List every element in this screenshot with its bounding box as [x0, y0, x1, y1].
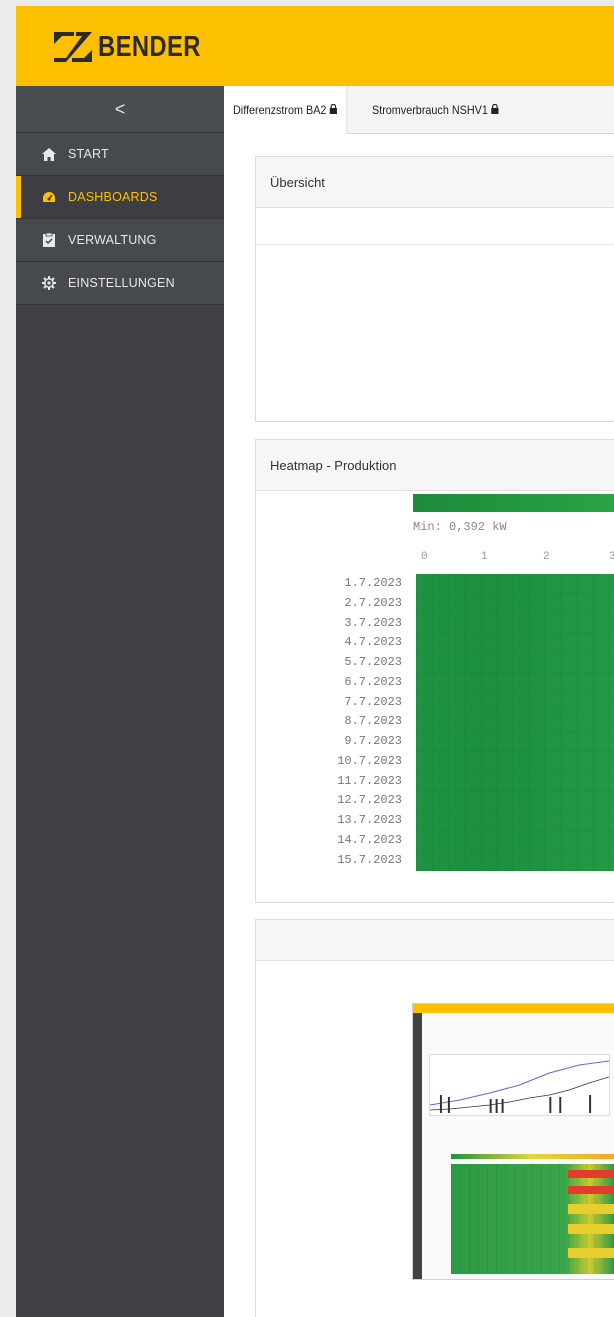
heatmap-grid[interactable] — [416, 574, 614, 871]
home-icon — [40, 145, 58, 163]
preview-panel — [255, 919, 614, 1317]
hour-label: 1 — [481, 551, 488, 563]
sidebar-item-dashboards[interactable]: DASHBOARDS — [16, 176, 224, 219]
sidebar-collapse-button[interactable]: < — [16, 86, 224, 133]
overview-toolbar — [256, 208, 614, 245]
lock-icon — [329, 103, 337, 117]
tab-label: Differenzstrom BA2 — [233, 103, 327, 117]
sidebar-item-label: VERWALTUNG — [68, 233, 157, 247]
heatmap-date-label: 11.7.2023 — [337, 773, 402, 788]
panel-title — [256, 920, 614, 961]
heatmap-date-label: 8.7.2023 — [344, 714, 402, 729]
sidebar-item-label: START — [68, 147, 109, 161]
heatmap-date-label: 7.7.2023 — [344, 694, 402, 709]
hour-label: 3 — [609, 551, 614, 563]
brand-name: BENDER — [98, 31, 201, 63]
sidebar-item-label: EINSTELLUNGEN — [68, 276, 175, 290]
clipboard-icon — [40, 231, 58, 249]
gear-icon — [40, 274, 58, 292]
heatmap-date-label: 6.7.2023 — [344, 674, 402, 689]
heatmap-date-label: 4.7.2023 — [344, 635, 402, 650]
screenshot-sidebar — [413, 1013, 422, 1279]
heatmap-date-label: 14.7.2023 — [337, 832, 402, 847]
heatmap-color-scale — [413, 494, 614, 512]
bender-logo-icon — [54, 32, 92, 62]
screenshot-heatmap — [451, 1164, 614, 1274]
heatmap-date-label: 5.7.2023 — [344, 655, 402, 669]
heatmap-date-label: 3.7.2023 — [344, 615, 402, 630]
heatmap-date-label: 10.7.2023 — [337, 753, 402, 768]
heatmap-date-label: 9.7.2023 — [344, 734, 402, 748]
screenshot-line-chart — [429, 1054, 610, 1116]
sidebar-item-label: DASHBOARDS — [68, 190, 158, 204]
sidebar-item-verwaltung[interactable]: VERWALTUNG — [16, 219, 224, 262]
heatmap-date-label: 2.7.2023 — [344, 595, 402, 610]
overview-panel: Übersicht — [255, 156, 614, 422]
heatmap-date-label: 13.7.2023 — [337, 813, 402, 827]
tab-differenzstrom-ba2[interactable]: Differenzstrom BA2 — [224, 86, 348, 134]
hour-label: 2 — [543, 551, 550, 563]
sidebar-item-einstellungen[interactable]: EINSTELLUNGEN — [16, 262, 224, 305]
panel-title: Heatmap - Produktion — [256, 440, 614, 491]
lock-icon — [490, 103, 499, 117]
hour-label: 0 — [421, 551, 428, 563]
dashboard-tabs: Differenzstrom BA2 Stromverbrauch NSHV1 — [224, 86, 614, 134]
panel-title: Übersicht — [256, 157, 614, 208]
tab-stromverbrauch-nshv1[interactable]: Stromverbrauch NSHV1 — [363, 86, 508, 133]
chevron-left-icon: < — [114, 99, 126, 119]
tab-label: Stromverbrauch NSHV1 — [372, 102, 488, 117]
sidebar-item-start[interactable]: START — [16, 133, 224, 176]
bender-logo[interactable]: BENDER — [52, 30, 223, 64]
heatmap-date-label: 1.7.2023 — [344, 576, 402, 590]
screenshot-header — [413, 1004, 614, 1013]
dashboard-screenshot-image — [412, 1003, 614, 1280]
heatmap-panel: Heatmap - Produktion Min: 0,392 kW 0 1 2… — [255, 439, 614, 903]
sidebar: < START DASHBOARDS VERWALTUNG EINSTELLUN — [16, 86, 224, 1317]
screenshot-heatmap-scale — [451, 1154, 614, 1159]
header-bar: BENDER — [16, 6, 614, 86]
heatmap-date-label: 15.7.2023 — [337, 852, 402, 867]
app-window: BENDER < START DASHBOARDS VERWALTUNG EIN… — [16, 6, 614, 1317]
heatmap-date-label: 12.7.2023 — [337, 793, 402, 808]
heatmap-min-label: Min: 0,392 kW — [413, 520, 507, 534]
dashboard-gauge-icon — [40, 188, 58, 206]
